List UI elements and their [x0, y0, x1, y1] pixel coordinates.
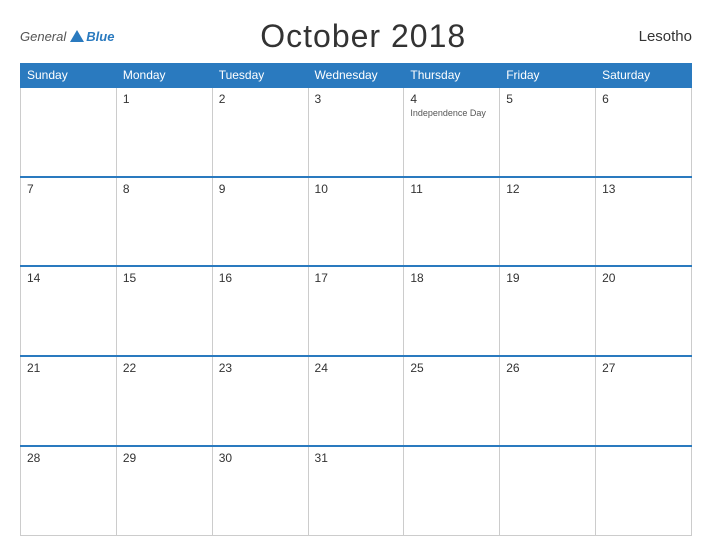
day-cell: 30 — [212, 446, 308, 536]
day-number: 16 — [219, 271, 302, 285]
day-number: 18 — [410, 271, 493, 285]
day-number: 25 — [410, 361, 493, 375]
day-cell: 15 — [116, 266, 212, 356]
page-header: General Blue October 2018 Lesotho — [20, 18, 692, 55]
month-title: October 2018 — [114, 18, 612, 55]
day-cell: 14 — [21, 266, 117, 356]
day-number: 23 — [219, 361, 302, 375]
week-row-2: 789 10 11 12 13 — [21, 177, 692, 267]
day-header-tuesday: Tuesday — [212, 64, 308, 88]
day-number: 22 — [123, 361, 206, 375]
day-cell: 26 — [500, 356, 596, 446]
holiday-label: Independence Day — [410, 108, 493, 118]
day-number: 12 — [506, 182, 589, 196]
days-header-row: SundayMondayTuesdayWednesdayThursdayFrid… — [21, 64, 692, 88]
day-cell: 11 — [404, 177, 500, 267]
day-number: 13 — [602, 182, 685, 196]
day-header-thursday: Thursday — [404, 64, 500, 88]
day-number: 24 — [315, 361, 398, 375]
day-number: 10 — [315, 182, 398, 196]
day-header-sunday: Sunday — [21, 64, 117, 88]
day-number: 27 — [602, 361, 685, 375]
week-row-5: 28 29 30 31 — [21, 446, 692, 536]
day-number: 11 — [410, 182, 493, 196]
calendar-body: 1234Independence Day56789101112131415161… — [21, 87, 692, 536]
day-number: 29 — [123, 451, 206, 465]
day-number: 3 — [315, 92, 398, 106]
week-row-3: 14 15 16 17 18 19 20 — [21, 266, 692, 356]
day-cell: 28 — [21, 446, 117, 536]
logo: General Blue — [20, 29, 114, 44]
country-label: Lesotho — [612, 28, 692, 45]
day-cell: 4 Independence Day — [404, 87, 500, 177]
day-number: 9 — [219, 182, 302, 196]
day-cell: 10 — [308, 177, 404, 267]
day-number: 8 — [123, 182, 206, 196]
day-cell: 13 — [596, 177, 692, 267]
day-cell: 12 — [500, 177, 596, 267]
day-cell: 25 — [404, 356, 500, 446]
day-cell — [21, 87, 117, 177]
day-cell: 24 — [308, 356, 404, 446]
day-number: 14 — [27, 271, 110, 285]
day-number: 1 — [123, 92, 206, 106]
day-header-wednesday: Wednesday — [308, 64, 404, 88]
day-cell: 31 — [308, 446, 404, 536]
day-number: 28 — [27, 451, 110, 465]
day-number: 5 — [506, 92, 589, 106]
day-cell: 22 — [116, 356, 212, 446]
day-number: 2 — [219, 92, 302, 106]
day-cell: 23 — [212, 356, 308, 446]
day-number: 31 — [315, 451, 398, 465]
day-cell: 5 — [500, 87, 596, 177]
day-cell: 9 — [212, 177, 308, 267]
day-header-friday: Friday — [500, 64, 596, 88]
calendar-table: SundayMondayTuesdayWednesdayThursdayFrid… — [20, 63, 692, 536]
day-cell: 8 — [116, 177, 212, 267]
day-number: 6 — [602, 92, 685, 106]
week-row-1: 1234 Independence Day 56 — [21, 87, 692, 177]
day-number: 30 — [219, 451, 302, 465]
day-cell: 29 — [116, 446, 212, 536]
day-cell: 17 — [308, 266, 404, 356]
logo-triangle-icon — [70, 30, 84, 42]
day-number: 7 — [27, 182, 110, 196]
day-cell: 7 — [21, 177, 117, 267]
day-cell: 6 — [596, 87, 692, 177]
day-cell: 3 — [308, 87, 404, 177]
day-header-saturday: Saturday — [596, 64, 692, 88]
week-row-4: 21 22 23 24 25 26 27 — [21, 356, 692, 446]
day-cell: 19 — [500, 266, 596, 356]
day-cell — [500, 446, 596, 536]
day-cell — [596, 446, 692, 536]
logo-blue: Blue — [86, 29, 114, 44]
day-cell: 21 — [21, 356, 117, 446]
day-number: 21 — [27, 361, 110, 375]
calendar-page: General Blue October 2018 Lesotho Sunday… — [0, 0, 712, 550]
day-header-monday: Monday — [116, 64, 212, 88]
day-cell: 16 — [212, 266, 308, 356]
day-number: 17 — [315, 271, 398, 285]
day-number: 19 — [506, 271, 589, 285]
day-number: 20 — [602, 271, 685, 285]
day-cell: 1 — [116, 87, 212, 177]
day-cell — [404, 446, 500, 536]
day-number: 15 — [123, 271, 206, 285]
day-number: 26 — [506, 361, 589, 375]
day-number: 4 — [410, 92, 493, 106]
day-cell: 2 — [212, 87, 308, 177]
day-cell: 27 — [596, 356, 692, 446]
day-cell: 20 — [596, 266, 692, 356]
day-cell: 18 — [404, 266, 500, 356]
logo-general: General — [20, 29, 66, 44]
